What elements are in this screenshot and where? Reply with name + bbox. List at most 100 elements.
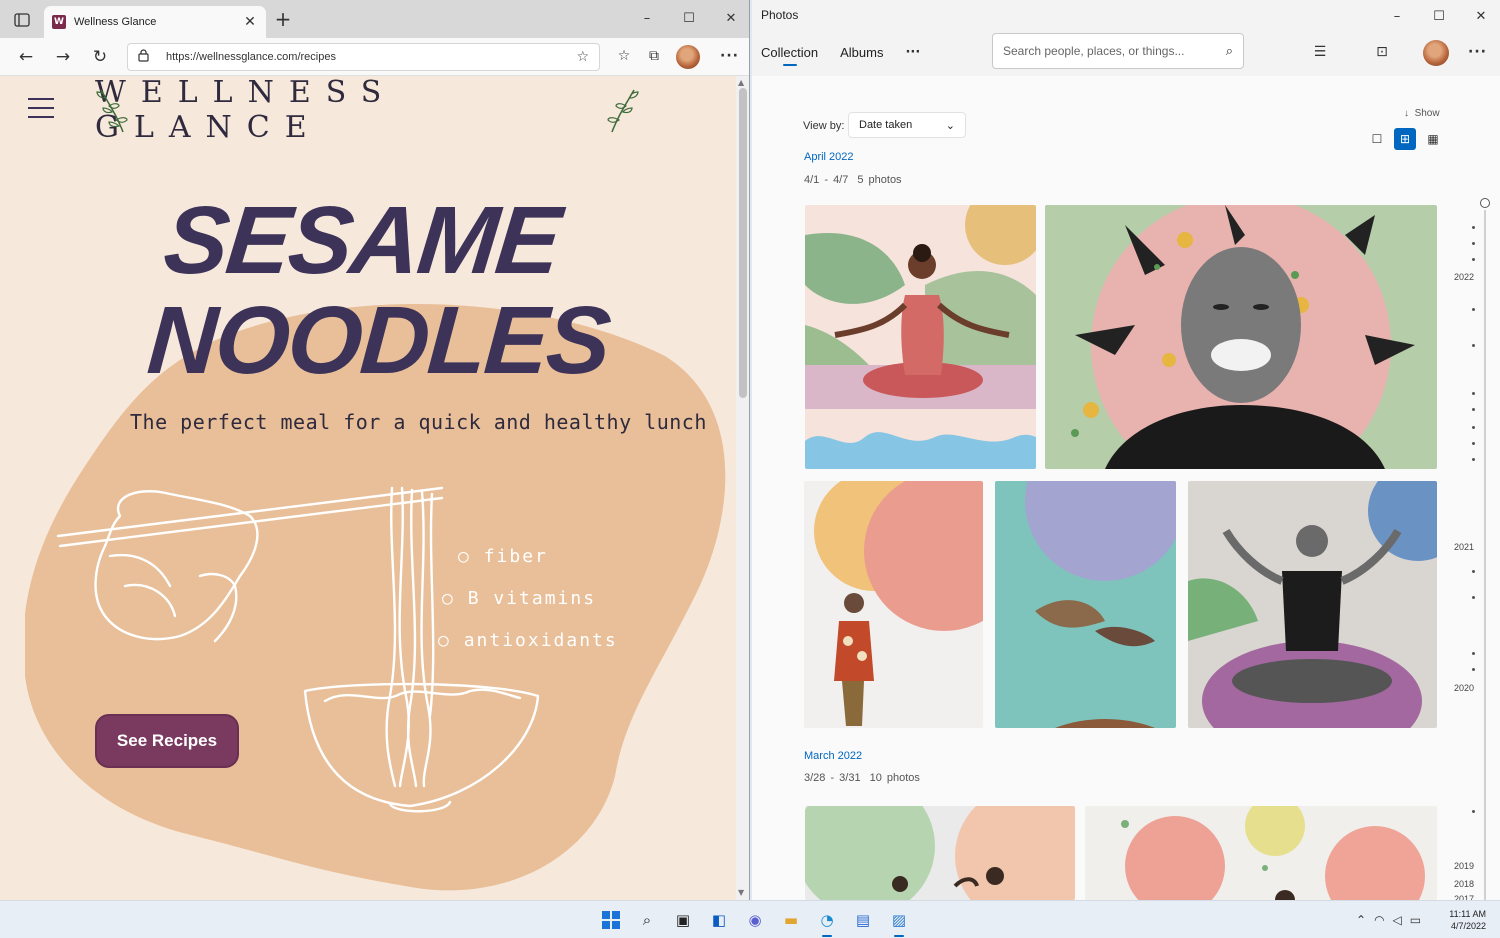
tab-actions-icon[interactable] [8, 8, 36, 32]
scroll-thumb[interactable] [739, 88, 747, 398]
scroll-down-icon[interactable]: ▼ [738, 888, 744, 897]
photos-nav: Collection Albums ··· [761, 45, 920, 66]
small-view-icon[interactable]: ▦ [1422, 128, 1444, 150]
add-favorite-icon[interactable]: ☆ [576, 49, 589, 65]
maximize-icon[interactable]: ☐ [668, 6, 710, 30]
date-timeline[interactable] [1484, 210, 1486, 900]
search-icon[interactable]: ⌕ [634, 907, 660, 933]
close-window-icon[interactable]: ✕ [1460, 4, 1500, 28]
chevron-down-icon: ⌄ [945, 119, 955, 132]
edge-icon[interactable]: ◔ [814, 907, 840, 937]
chat-icon[interactable]: ◉ [742, 907, 768, 933]
right-sprig-icon [607, 89, 639, 133]
show-toggle[interactable]: ↓ Show [1404, 108, 1440, 119]
file-explorer-icon[interactable]: ▬ [778, 907, 804, 933]
timeline-tick [1472, 596, 1475, 599]
photo-thumbnail-standing-man[interactable] [804, 481, 983, 728]
scroll-up-icon[interactable]: ▲ [738, 78, 744, 87]
search-icon[interactable]: ⌕ [1226, 44, 1233, 59]
page-scrollbar[interactable]: ▲ ▼ [736, 76, 749, 900]
wellness-glance-favicon: W [52, 15, 66, 29]
nav-more-icon[interactable]: ··· [905, 45, 920, 60]
battery-icon[interactable]: ▭ [1410, 913, 1421, 927]
account-avatar[interactable] [1423, 40, 1449, 66]
photos-app-title: Photos [761, 8, 799, 22]
photo-thumbnail-meditating-man[interactable] [1188, 481, 1437, 728]
meditating-man-illustration [1188, 481, 1437, 728]
tab-collection[interactable]: Collection [761, 45, 818, 66]
new-tab-button[interactable]: + [272, 9, 294, 31]
lock-icon[interactable] [138, 49, 152, 65]
photo-thumbnail-circles[interactable] [1085, 806, 1437, 900]
browser-tab[interactable]: W Wellness Glance ✕ [44, 6, 266, 38]
see-recipes-button[interactable]: See Recipes [95, 714, 239, 768]
address-bar[interactable]: https://wellnessglance.com/recipes ☆ [127, 43, 600, 71]
window-controls: – ☐ ✕ [626, 6, 749, 30]
headline-line-1: SESAME [159, 187, 565, 294]
circles-illustration [1085, 806, 1437, 900]
headline-line-2: NOODLES [144, 287, 613, 394]
photos-window: Photos – ☐ ✕ Collection Albums ··· Searc… [752, 0, 1500, 900]
close-window-icon[interactable]: ✕ [710, 6, 749, 30]
group-count-march: 10 photos [869, 772, 920, 784]
timeline-year-2020[interactable]: 2020 [1454, 683, 1474, 693]
volume-icon[interactable]: ◁ [1393, 913, 1402, 927]
clock-date: 4/7/2022 [1450, 921, 1486, 931]
chevron-up-icon[interactable]: ⌃ [1356, 913, 1366, 927]
photo-thumbnail-laughing-man[interactable] [1045, 205, 1437, 469]
forward-icon[interactable]: → [51, 46, 75, 68]
timeline-tick [1472, 668, 1475, 671]
view-by-value: Date taken [859, 119, 913, 131]
photo-thumbnail-meditating-woman[interactable] [805, 205, 1036, 469]
group-month-april[interactable]: April 2022 [804, 151, 854, 163]
url-text: https://wellnessglance.com/recipes [166, 51, 336, 63]
clock[interactable]: 11:11 AM 4/7/2022 [1438, 908, 1486, 932]
close-tab-icon[interactable]: ✕ [242, 14, 258, 30]
browser-window: W Wellness Glance ✕ + – ☐ ✕ ← → ↻ https:… [0, 0, 750, 900]
group-range-march: 3/28 - 3/31 10 photos [804, 772, 920, 784]
import-icon[interactable]: ⊡ [1372, 44, 1392, 62]
maximize-icon[interactable]: ☐ [1418, 4, 1460, 28]
timeline-handle[interactable] [1480, 198, 1490, 208]
tab-albums[interactable]: Albums [840, 45, 883, 60]
refresh-icon[interactable]: ↻ [88, 46, 112, 68]
wifi-icon[interactable]: ◠ [1374, 913, 1384, 927]
medium-view-icon[interactable]: ⊞ [1394, 128, 1416, 150]
timeline-tick [1472, 392, 1475, 395]
task-view-icon[interactable]: ▣ [670, 907, 696, 933]
arrow-down-icon: ↓ [1404, 108, 1409, 119]
large-view-icon[interactable]: ☐ [1366, 128, 1388, 150]
timeline-tick [1472, 570, 1475, 573]
profile-avatar[interactable] [676, 45, 700, 69]
store-icon[interactable]: ▤ [850, 907, 876, 933]
widgets-icon[interactable]: ◧ [706, 907, 732, 933]
more-icon[interactable]: ··· [720, 48, 739, 64]
collections-icon[interactable]: ⧉ [644, 48, 664, 68]
view-by-dropdown[interactable]: Date taken ⌄ [848, 112, 966, 138]
timeline-tick [1472, 810, 1475, 813]
timeline-year-2021[interactable]: 2021 [1454, 542, 1474, 552]
start-icon[interactable] [598, 907, 624, 933]
group-month-march[interactable]: March 2022 [804, 750, 862, 762]
minimize-icon[interactable]: – [626, 6, 668, 30]
timeline-tick [1472, 242, 1475, 245]
photos-icon[interactable]: ▨ [886, 907, 912, 937]
search-placeholder: Search people, places, or things... [1003, 44, 1185, 58]
minimize-icon[interactable]: – [1376, 4, 1418, 28]
back-icon[interactable]: ← [14, 46, 38, 68]
timeline-year-2022[interactable]: 2022 [1454, 272, 1474, 282]
search-input[interactable]: Search people, places, or things... ⌕ [992, 33, 1244, 69]
favorites-icon[interactable]: ☆ [614, 48, 634, 68]
brand-logo[interactable]: WELLNESS GLANCE [95, 76, 640, 145]
collection-view: View by: Date taken ⌄ ↓ Show ☐ ⊞ ▦ April… [752, 76, 1500, 900]
select-list-icon[interactable]: ☰ [1310, 44, 1330, 62]
photo-thumbnail-conversation[interactable] [805, 806, 1075, 900]
timeline-year-2019[interactable]: 2019 [1454, 861, 1474, 871]
photo-thumbnail-abstract-shapes[interactable] [995, 481, 1176, 728]
bullet-antioxidants: ○ antioxidants [438, 630, 618, 651]
more-options-icon[interactable]: ··· [1468, 44, 1487, 60]
group-range-april: 4/1 - 4/7 5 photos [804, 174, 902, 186]
menu-icon[interactable] [28, 98, 54, 118]
photos-window-controls: – ☐ ✕ [1376, 4, 1500, 28]
timeline-year-2018[interactable]: 2018 [1454, 879, 1474, 889]
